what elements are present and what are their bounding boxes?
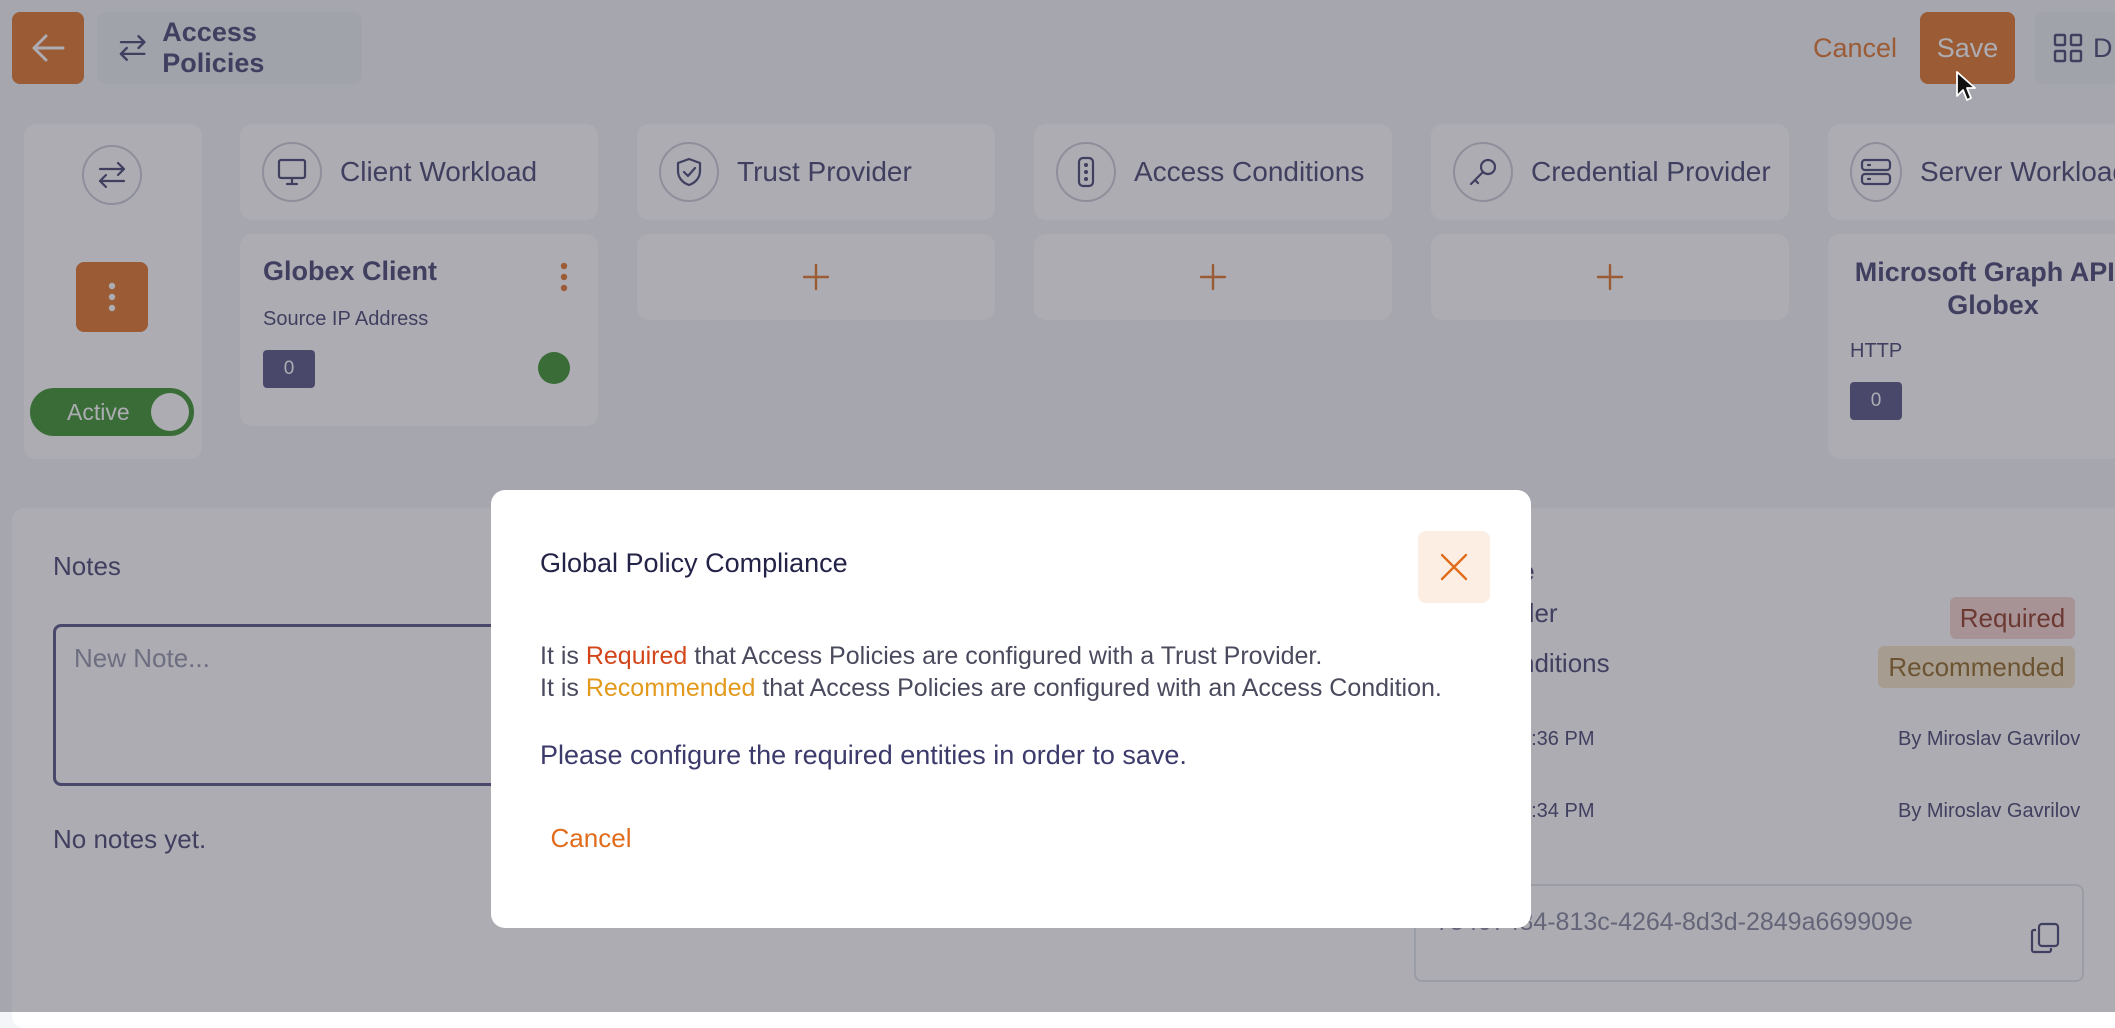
mouse-cursor-icon: [1955, 70, 1977, 107]
close-icon: [1440, 553, 1468, 581]
line-prefix: It is: [540, 674, 586, 702]
line-prefix: It is: [540, 642, 586, 670]
required-keyword: Required: [585, 642, 688, 670]
requirement-line: It is Required that Access Policies are …: [540, 642, 1322, 671]
compliance-dialog: Global Policy Compliance It is Required …: [491, 490, 1531, 928]
recommended-keyword: Recommended: [585, 674, 756, 702]
line-suffix: that Access Policies are configured with…: [687, 642, 1323, 670]
line-suffix: that Access Policies are configured with…: [755, 674, 1442, 702]
dialog-instruction: Please configure the required entities i…: [540, 740, 1187, 770]
recommendation-line: It is Recommended that Access Policies a…: [540, 674, 1442, 703]
dialog-cancel-button[interactable]: Cancel: [540, 808, 642, 868]
close-button[interactable]: [1418, 531, 1490, 603]
dialog-title: Global Policy Compliance: [540, 548, 848, 578]
